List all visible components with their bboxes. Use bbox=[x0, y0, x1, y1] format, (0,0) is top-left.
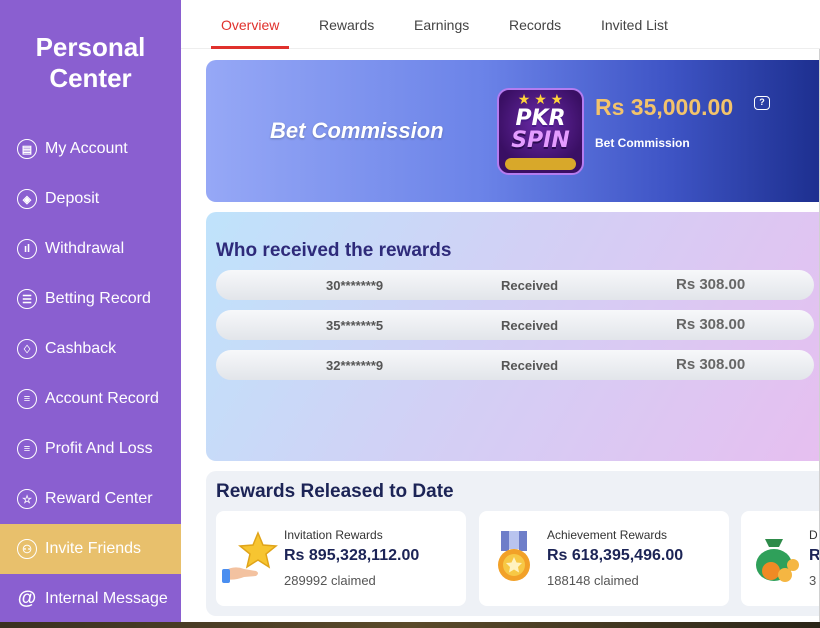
sidebar-item-label: Withdrawal bbox=[45, 240, 125, 257]
sidebar-item-profit-and-loss[interactable]: ≡ Profit And Loss bbox=[0, 424, 181, 474]
background-strip bbox=[0, 622, 820, 628]
received-uid: 30*******9 bbox=[326, 278, 384, 293]
reward-card-name: D bbox=[809, 528, 818, 542]
profit-icon: ≡ bbox=[17, 439, 37, 459]
at-icon: @ bbox=[17, 588, 37, 609]
sidebar-item-cashback[interactable]: ♢ Cashback bbox=[0, 324, 181, 374]
reward-card: Invitation Rewards Rs 895,328,112.00 28999… bbox=[216, 511, 466, 606]
money-bag-icon bbox=[745, 527, 807, 589]
commission-caption: Bet Commission bbox=[595, 136, 690, 150]
sidebar-item-my-account[interactable]: ▤ My Account bbox=[0, 124, 181, 174]
received-status: Received bbox=[501, 318, 559, 333]
help-icon[interactable]: ? bbox=[754, 96, 770, 110]
reward-card-name: Achievement Rewards bbox=[547, 528, 668, 542]
tab-overview[interactable]: Overview bbox=[221, 17, 279, 33]
sidebar-item-betting-record[interactable]: ☰ Betting Record bbox=[0, 274, 181, 324]
received-status: Received bbox=[501, 278, 559, 293]
tab-rewards[interactable]: Rewards bbox=[319, 17, 374, 33]
logo-coins-icon bbox=[505, 158, 576, 170]
page: Personal Center ▤ My Account ◈ Deposit ıl Wit… bbox=[0, 0, 820, 628]
sidebar-item-label: Cashback bbox=[45, 340, 117, 357]
logo-text-line2: SPIN bbox=[511, 128, 570, 153]
sidebar-item-label: Betting Record bbox=[45, 290, 151, 307]
sidebar-item-label: Invite Friends bbox=[45, 540, 142, 557]
received-row: 30*******9 Received Rs 308.00 bbox=[216, 270, 814, 300]
sidebar-item-invite-friends[interactable]: ⚇ Invite Friends bbox=[0, 524, 181, 574]
invite-friends-icon: ⚇ bbox=[17, 539, 37, 559]
sidebar-item-label: Account Record bbox=[45, 390, 159, 407]
logo-stars-icon: ★ ★ ★ bbox=[517, 91, 564, 107]
sidebar-item-internal-message[interactable]: @ Internal Message bbox=[0, 574, 181, 624]
reward-card-amount: Rs 895,328,112.00 bbox=[284, 547, 420, 564]
received-uid: 35*******5 bbox=[326, 318, 384, 333]
clipboard-icon: ☰ bbox=[17, 289, 37, 309]
sidebar-item-withdrawal[interactable]: ıl Withdrawal bbox=[0, 224, 181, 274]
received-row: 35*******5 Received Rs 308.00 bbox=[216, 310, 814, 340]
pkr-spin-logo: ★ ★ ★ PKR SPIN bbox=[497, 88, 584, 175]
wallet-icon: ▤ bbox=[17, 139, 37, 159]
deposit-icon: ◈ bbox=[17, 189, 37, 209]
tab-invited-list[interactable]: Invited List bbox=[601, 17, 668, 33]
received-uid: 32*******9 bbox=[326, 358, 384, 373]
received-status: Received bbox=[501, 358, 559, 373]
sidebar-item-reward-center[interactable]: ☆ Reward Center bbox=[0, 474, 181, 524]
received-amount: Rs 308.00 bbox=[676, 276, 746, 293]
sidebar-item-label: My Account bbox=[45, 140, 128, 157]
tab-bar: Overview Rewards Earnings Records Invited Li… bbox=[181, 0, 820, 49]
received-amount: Rs 308.00 bbox=[676, 316, 746, 333]
received-row: 32*******9 Received Rs 308.00 bbox=[216, 350, 814, 380]
reward-card-claimed: 3 bbox=[809, 573, 817, 588]
cashback-icon: ♢ bbox=[17, 339, 37, 359]
medal-icon bbox=[483, 527, 545, 589]
reward-card: DR3 bbox=[741, 511, 820, 606]
sidebar-item-label: Profit And Loss bbox=[45, 440, 153, 457]
sidebar-title: Personal Center bbox=[0, 32, 181, 94]
sidebar-title-line1: Personal bbox=[35, 32, 146, 62]
reward-card-claimed: 289992 claimed bbox=[284, 573, 376, 588]
sidebar-item-deposit[interactable]: ◈ Deposit bbox=[0, 174, 181, 224]
tab-records[interactable]: Records bbox=[509, 17, 561, 33]
commission-amount: Rs 35,000.00 bbox=[595, 94, 734, 120]
reward-card: Achievement Rewards Rs 618,395,496.00 1881… bbox=[479, 511, 729, 606]
hand-star-icon bbox=[220, 527, 282, 589]
sidebar-item-label: Reward Center bbox=[45, 490, 153, 507]
commission-banner-title: Bet Commission bbox=[270, 118, 444, 143]
withdrawal-icon: ıl bbox=[17, 239, 37, 259]
sidebar-item-label: Internal Message bbox=[45, 590, 168, 607]
released-title: Rewards Released to Date bbox=[216, 481, 454, 502]
sidebar: Personal Center ▤ My Account ◈ Deposit ıl Wit… bbox=[0, 0, 181, 628]
star-icon: ☆ bbox=[17, 489, 37, 509]
received-amount: Rs 308.00 bbox=[676, 356, 746, 373]
received-title: Who received the rewards bbox=[216, 240, 452, 261]
reward-card-amount: Rs 618,395,496.00 bbox=[547, 547, 684, 564]
record-icon: ≡ bbox=[17, 389, 37, 409]
sidebar-item-label: Deposit bbox=[45, 190, 100, 207]
reward-card-name: Invitation Rewards bbox=[284, 528, 383, 542]
sidebar-title-line2: Center bbox=[49, 63, 132, 93]
tab-earnings[interactable]: Earnings bbox=[414, 17, 469, 33]
reward-card-claimed: 188148 claimed bbox=[547, 573, 639, 588]
sidebar-item-account-record[interactable]: ≡ Account Record bbox=[0, 374, 181, 424]
